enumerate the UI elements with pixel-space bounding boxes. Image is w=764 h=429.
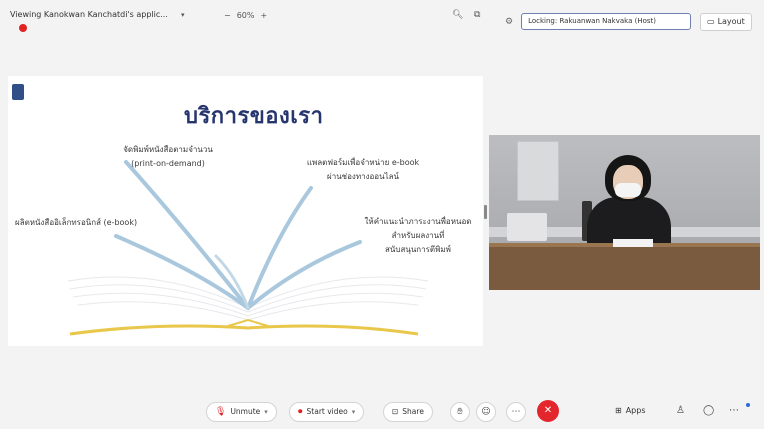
locking-area: ⚙ Locking: Rakuanwan Nakvaka (Host) bbox=[505, 13, 692, 30]
chat-icon[interactable]: ◯ bbox=[703, 405, 714, 416]
video-nameplate bbox=[613, 239, 653, 247]
viewing-label: Viewing Kanokwan Kanchatdi's applic... bbox=[10, 10, 168, 19]
apps-label: Apps bbox=[625, 406, 646, 415]
slide-title: บริการของเรา bbox=[184, 104, 324, 129]
apps-icon: ⊞ bbox=[615, 406, 622, 415]
apps-button[interactable]: ⊞ Apps bbox=[615, 406, 646, 415]
share-label: Share bbox=[402, 407, 424, 416]
shared-slide: บริการของเรา จัดพิมพ์หนังสือตามจำนวน (pr… bbox=[8, 76, 483, 346]
unmute-button[interactable]: 🎙︎ Unmute ▾ bbox=[206, 402, 277, 422]
locking-field[interactable]: Locking: Rakuanwan Nakvaka (Host) bbox=[521, 13, 692, 30]
zoom-value[interactable]: 60% bbox=[237, 11, 255, 20]
layout-label: Layout bbox=[717, 17, 745, 26]
mic-muted-icon: 🎙︎ bbox=[215, 407, 227, 417]
layout-button[interactable]: ▭ Layout bbox=[700, 13, 752, 31]
search-icon[interactable]: 🔍︎ bbox=[452, 10, 463, 20]
video-wall-screen bbox=[517, 141, 559, 201]
service-item-ebook: ผลิตหนังสืออิเล็กทรอนิกส์ (e-book) bbox=[15, 218, 138, 227]
meeting-top-bar: Viewing Kanokwan Kanchatdi's applic... ▾… bbox=[0, 0, 764, 40]
zoom-in-button[interactable]: + bbox=[260, 11, 267, 20]
zoom-control: − 60% + bbox=[224, 11, 267, 20]
reactions-icon[interactable]: ☺ bbox=[476, 402, 496, 422]
lock-icon[interactable]: ⚙ bbox=[505, 17, 513, 27]
more-options-icon[interactable]: ⋯ bbox=[729, 405, 739, 416]
university-logo-text bbox=[28, 85, 64, 90]
service-item-print-on-demand: จัดพิมพ์หนังสือตามจำนวน (print-on-demand… bbox=[123, 145, 213, 168]
raise-hand-icon[interactable]: ✋︎ bbox=[450, 402, 470, 422]
participants-icon[interactable]: ♙ bbox=[676, 405, 685, 416]
service-item-platform: แพลตฟอร์มเพื่อจำหน่าย e-book ผ่านช่องทาง… bbox=[306, 158, 420, 181]
record-dot-icon bbox=[19, 24, 27, 32]
video-laptop bbox=[507, 213, 547, 241]
zoom-out-button[interactable]: − bbox=[224, 11, 231, 20]
service-item-consulting: ให้คำแนะนำภาระงานพื่อหนอด สำหรับผลงานที่… bbox=[364, 217, 472, 254]
popout-icon[interactable]: ⧉ bbox=[474, 10, 480, 20]
splitter-handle[interactable] bbox=[484, 205, 487, 219]
participant-video[interactable] bbox=[489, 135, 760, 290]
start-video-label: Start video bbox=[306, 407, 348, 416]
video-off-icon: ⏺︎ bbox=[298, 407, 303, 417]
more-icon[interactable]: ⋯ bbox=[506, 402, 526, 422]
chevron-down-icon[interactable]: ▾ bbox=[352, 403, 356, 421]
video-desk bbox=[489, 243, 760, 290]
share-icon: ⊡ bbox=[392, 407, 399, 416]
end-call-icon[interactable]: ✕ bbox=[537, 400, 559, 422]
meeting-toolbar: 🎙︎ Unmute ▾ ⏺︎ Start video ▾ ⊡ Share ✋︎ … bbox=[0, 395, 764, 429]
viewing-dropdown-icon[interactable]: ▾ bbox=[181, 11, 185, 19]
university-logo-icon bbox=[12, 84, 24, 100]
layout-icon: ▭ bbox=[707, 17, 715, 26]
start-video-button[interactable]: ⏺︎ Start video ▾ bbox=[289, 402, 365, 422]
video-person-mask bbox=[615, 183, 641, 197]
notification-dot bbox=[746, 403, 750, 407]
chevron-down-icon[interactable]: ▾ bbox=[264, 403, 268, 421]
share-button[interactable]: ⊡ Share bbox=[383, 402, 433, 422]
unmute-label: Unmute bbox=[230, 407, 261, 416]
